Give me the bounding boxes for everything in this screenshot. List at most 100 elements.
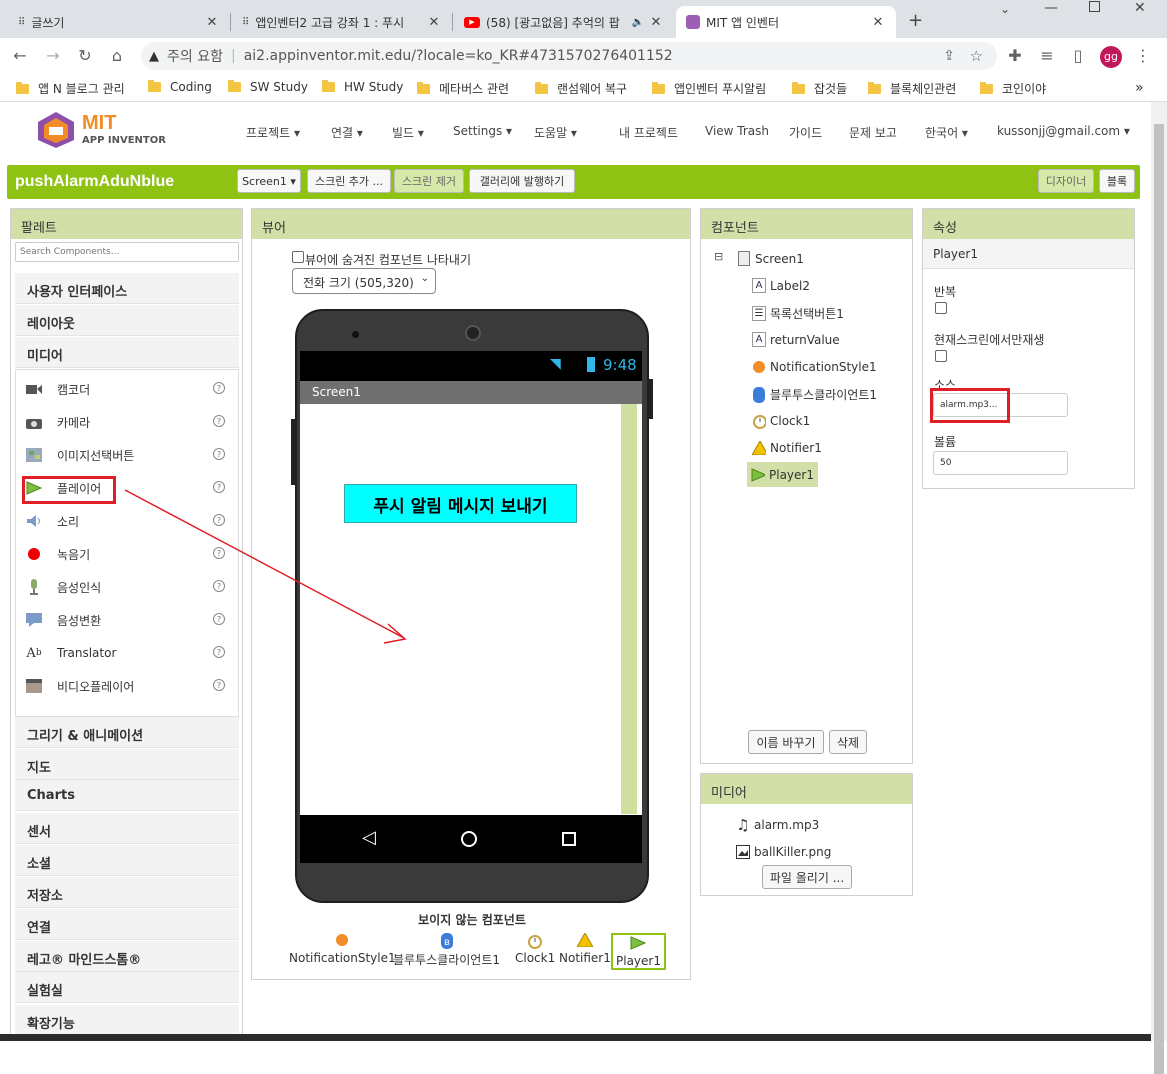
palette-item-camera[interactable]: 카메라? bbox=[25, 409, 225, 435]
bookmark-item[interactable]: 메타버스 관련 bbox=[417, 80, 509, 97]
category-user-interface[interactable]: 사용자 인터페이스 bbox=[15, 273, 239, 304]
category-drawing-animation[interactable]: 그리기 & 애니메이션 bbox=[15, 717, 239, 748]
nonvisible-player-selected[interactable]: Player1 bbox=[611, 933, 666, 970]
screen-select-dropdown[interactable]: Screen1 ▾ bbox=[237, 169, 301, 193]
nonvisible-notificationstyle[interactable]: NotificationStyle1 bbox=[289, 933, 396, 965]
blocks-button[interactable]: 블록 bbox=[1099, 169, 1135, 193]
help-icon[interactable]: ? bbox=[213, 514, 225, 526]
forward-icon[interactable]: → bbox=[43, 46, 63, 66]
bookmark-item[interactable]: 앱 N 블로그 관리 bbox=[16, 80, 125, 97]
bookmark-item[interactable]: Coding bbox=[148, 80, 212, 94]
rename-button[interactable]: 이름 바꾸기 bbox=[748, 730, 824, 754]
remove-screen-button[interactable]: 스크린 제거 bbox=[394, 169, 464, 193]
category-lego-mindstorms[interactable]: 레고® 마인드스톰® bbox=[15, 941, 239, 972]
tab-close-icon[interactable]: ✕ bbox=[426, 15, 442, 30]
upload-file-button[interactable]: 파일 올리기 ... bbox=[762, 865, 852, 889]
palette-item-speech-recognizer[interactable]: 음성인식? bbox=[25, 574, 225, 600]
menu-project[interactable]: 프로젝트 ▾ bbox=[246, 124, 300, 141]
category-sensors[interactable]: 센서 bbox=[15, 813, 239, 844]
media-file-alarm[interactable]: ♫ alarm.mp3 bbox=[736, 816, 819, 834]
browser-tab-2[interactable]: ⠿ 앱인벤터2 고급 강좌 1 : 푸시 ✕ bbox=[232, 6, 452, 38]
tree-item-screen1[interactable]: Screen1 bbox=[737, 251, 804, 266]
screen-canvas[interactable]: 푸시 알림 메시지 보내기 bbox=[300, 404, 642, 815]
nonvisible-clock[interactable]: Clock1 bbox=[515, 933, 555, 965]
link-my-projects[interactable]: 내 프로젝트 bbox=[619, 124, 678, 141]
category-experimental[interactable]: 실험실 bbox=[15, 972, 239, 1003]
tab-close-icon[interactable]: ✕ bbox=[204, 15, 220, 30]
bookmark-item[interactable]: 코인이야 bbox=[980, 80, 1046, 97]
new-tab-button[interactable]: + bbox=[908, 10, 923, 31]
tree-item-clock[interactable]: Clock1 bbox=[752, 413, 810, 429]
browser-tab-1[interactable]: ⠿ 글쓰기 ✕ bbox=[8, 6, 230, 38]
maximize-icon[interactable] bbox=[1089, 1, 1100, 12]
side-panel-icon[interactable]: ▯ bbox=[1068, 46, 1088, 66]
tree-item-bluetooth-client[interactable]: 블루투스클라이언트1 bbox=[752, 386, 877, 403]
help-icon[interactable]: ? bbox=[213, 448, 225, 460]
bookmarks-more-button[interactable]: » bbox=[1135, 80, 1144, 96]
home-icon[interactable]: ⌂ bbox=[107, 46, 127, 66]
help-icon[interactable]: ? bbox=[213, 613, 225, 625]
help-icon[interactable]: ? bbox=[213, 415, 225, 427]
help-icon[interactable]: ? bbox=[213, 580, 225, 592]
media-file-ballkiller[interactable]: ballKiller.png bbox=[736, 844, 831, 859]
add-screen-button[interactable]: 스크린 추가 ... bbox=[307, 169, 391, 193]
share-icon[interactable]: ⇪ bbox=[943, 48, 955, 64]
help-icon[interactable]: ? bbox=[213, 547, 225, 559]
link-guide[interactable]: 가이드 bbox=[789, 124, 822, 141]
tree-item-notificationstyle[interactable]: NotificationStyle1 bbox=[752, 359, 877, 374]
palette-item-translator[interactable]: Ab Translator? bbox=[25, 640, 225, 666]
palette-item-camcorder[interactable]: 캠코더? bbox=[25, 376, 225, 402]
scrollbar-thumb[interactable] bbox=[1154, 124, 1164, 1074]
tree-item-label2[interactable]: A Label2 bbox=[752, 278, 810, 293]
tree-item-notifier[interactable]: Notifier1 bbox=[752, 440, 822, 455]
close-window-icon[interactable]: ✕ bbox=[1134, 0, 1146, 16]
browser-tab-4-active[interactable]: MIT 앱 인벤터 ✕ bbox=[676, 6, 896, 38]
palette-item-sound[interactable]: 소리? bbox=[25, 508, 225, 534]
minimize-icon[interactable]: — bbox=[1044, 0, 1058, 16]
page-scrollbar[interactable] bbox=[1151, 102, 1167, 1074]
phone-size-select[interactable]: 전화 크기 (505,320) ⌄ bbox=[292, 268, 436, 294]
palette-item-image-picker[interactable]: 이미지선택버튼? bbox=[25, 442, 225, 468]
menu-language[interactable]: 한국어 ▾ bbox=[925, 124, 968, 141]
help-icon[interactable]: ? bbox=[213, 382, 225, 394]
category-extensions[interactable]: 확장기능 bbox=[15, 1005, 239, 1036]
nonvisible-bluetooth-client[interactable]: ʙ 블루투스클라이언트1 bbox=[393, 933, 500, 968]
tree-item-returnvalue[interactable]: AreturnValue bbox=[752, 332, 840, 347]
palette-item-recorder[interactable]: 녹음기? bbox=[25, 541, 225, 567]
bookmark-item[interactable]: SW Study bbox=[228, 80, 308, 94]
loop-checkbox[interactable] bbox=[935, 302, 947, 314]
extensions-icon[interactable]: ✚ bbox=[1005, 46, 1025, 66]
bookmark-item[interactable]: 랜섬웨어 복구 bbox=[535, 80, 627, 97]
browser-tab-3[interactable]: ▶ (58) [광고없음] 추억의 팝 🔈 ✕ bbox=[454, 6, 674, 38]
palette-item-video-player[interactable]: 비디오플레이어? bbox=[25, 673, 225, 699]
search-components-input[interactable] bbox=[15, 242, 239, 262]
chrome-menu-icon[interactable]: ⋮ bbox=[1133, 46, 1153, 66]
show-hidden-checkbox[interactable] bbox=[292, 251, 304, 263]
label2-display[interactable]: 푸시 알림 메시지 보내기 bbox=[344, 484, 577, 523]
bookmark-item[interactable]: 블록체인관련 bbox=[868, 80, 956, 97]
category-connectivity[interactable]: 연결 bbox=[15, 909, 239, 940]
reload-icon[interactable]: ↻ bbox=[75, 46, 95, 66]
back-icon[interactable]: ← bbox=[10, 46, 30, 66]
category-media[interactable]: 미디어 bbox=[15, 337, 239, 368]
media-control-icon[interactable]: ≡ bbox=[1037, 46, 1057, 66]
publish-gallery-button[interactable]: 갤러리에 발행하기 bbox=[469, 169, 575, 193]
volume-field[interactable]: 50 bbox=[933, 451, 1068, 475]
tab-close-icon[interactable]: ✕ bbox=[648, 15, 664, 30]
menu-account[interactable]: kussonjj@gmail.com ▾ bbox=[997, 124, 1130, 138]
palette-item-text-to-speech[interactable]: 음성변환? bbox=[25, 607, 225, 633]
menu-settings[interactable]: Settings ▾ bbox=[453, 124, 512, 138]
bookmark-item[interactable]: HW Study bbox=[322, 80, 403, 94]
menu-connect[interactable]: 연결 ▾ bbox=[331, 124, 363, 141]
link-view-trash[interactable]: View Trash bbox=[705, 124, 769, 138]
tree-item-player-selected[interactable]: Player1 bbox=[747, 462, 818, 487]
bookmark-item[interactable]: 잡것들 bbox=[792, 80, 847, 97]
omnibox[interactable]: ▲ 주의 요함 | ai2.appinventor.mit.edu/?local… bbox=[141, 42, 997, 70]
menu-help[interactable]: 도움말 ▾ bbox=[534, 124, 577, 141]
url-text[interactable]: ai2.appinventor.mit.edu/?locale=ko_KR#47… bbox=[244, 48, 673, 64]
menu-build[interactable]: 빌드 ▾ bbox=[392, 124, 424, 141]
tab-search-icon[interactable]: ⌄ bbox=[1000, 2, 1010, 16]
designer-button[interactable]: 디자이너 bbox=[1038, 169, 1094, 193]
category-social[interactable]: 소셜 bbox=[15, 845, 239, 876]
tree-item-listpicker[interactable]: ☰ 목록선택버튼1 bbox=[752, 305, 844, 322]
